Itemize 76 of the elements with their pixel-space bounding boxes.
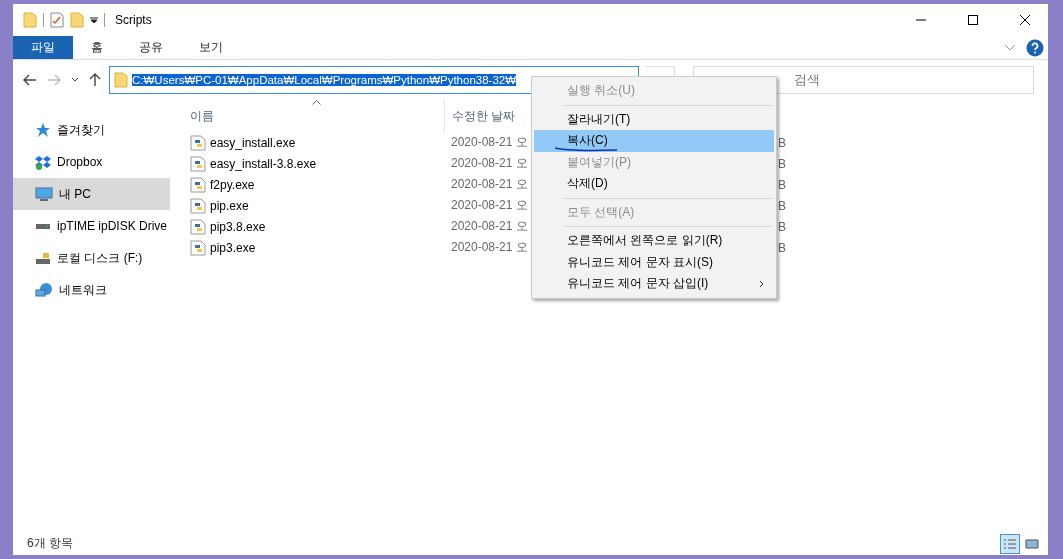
sidebar-item[interactable]: 네트워크 <box>13 274 170 306</box>
locked-drive-icon <box>35 252 51 264</box>
sort-caret-icon <box>312 100 321 105</box>
table-cell: B <box>778 177 786 192</box>
up-arrow-icon <box>89 73 101 87</box>
thumbnail-icon <box>1025 537 1039 550</box>
drive-icon <box>35 222 51 230</box>
sidebar-item[interactable]: 내 PC <box>13 178 170 210</box>
menu-item[interactable]: 잘라내기(T) <box>534 108 774 130</box>
menu-item[interactable]: 복사(C) <box>534 130 774 152</box>
details-view-button[interactable] <box>1000 533 1020 554</box>
sidebar-item[interactable]: ipTIME ipDISK Drive <box>13 210 170 242</box>
sidebar-label: Dropbox <box>57 155 103 169</box>
maximize-icon <box>967 14 979 26</box>
ribbon-tab[interactable]: 보기 <box>181 36 241 59</box>
sidebar-label: 네트워크 <box>59 281 107 299</box>
python-file-icon <box>190 197 206 214</box>
table-cell: B <box>778 135 786 150</box>
python-file-icon <box>190 155 206 172</box>
menu-item[interactable]: 오른쪽에서 왼쪽으로 읽기(R) <box>534 230 774 252</box>
properties-icon[interactable] <box>50 12 64 28</box>
dropbox-icon <box>35 154 51 170</box>
ribbon-tab[interactable]: 홈 <box>73 36 121 59</box>
folder-icon <box>23 12 37 28</box>
python-file-icon <box>190 134 206 151</box>
sidebar-item[interactable]: 즐겨찾기 <box>13 114 170 146</box>
ribbon-tab[interactable]: 파일 <box>13 36 73 59</box>
ribbon-tab[interactable]: 공유 <box>121 36 181 59</box>
monitor-icon <box>35 186 53 202</box>
back-button[interactable] <box>21 72 39 88</box>
new-folder-icon <box>70 12 84 28</box>
python-file-icon <box>190 239 206 256</box>
sidebar-label: 즐겨찾기 <box>57 121 105 139</box>
file-date: 2020-08-21 오 <box>451 155 528 172</box>
file-name[interactable]: pip3.exe <box>190 239 256 256</box>
sidebar-label: 내 PC <box>59 185 91 203</box>
table-cell: B <box>778 156 786 171</box>
chevron-down-icon[interactable] <box>1004 43 1016 52</box>
network-icon <box>35 282 53 298</box>
file-date: 2020-08-21 오 <box>451 134 528 151</box>
details-list-icon <box>1003 537 1017 550</box>
sidebar-item[interactable]: Dropbox <box>13 146 170 178</box>
window-title: Scripts <box>115 13 153 27</box>
file-date: 2020-08-21 오 <box>451 218 528 235</box>
address-path: C:₩Users₩PC-01₩AppData₩Local₩Programs₩Python₩Python38-32₩ <box>132 74 517 86</box>
star-icon <box>35 122 51 138</box>
file-name[interactable]: easy_install.exe <box>190 134 296 151</box>
sidebar-label: ipTIME ipDISK Drive <box>57 219 168 233</box>
python-file-icon <box>190 176 206 193</box>
sidebar-label: 로컬 디스크 (F:) <box>57 249 143 267</box>
file-name[interactable]: pip3.8.exe <box>190 218 266 235</box>
forward-arrow-icon <box>47 74 61 86</box>
close-icon <box>1019 14 1031 26</box>
sidebar-item[interactable]: 로컬 디스크 (F:) <box>13 242 170 274</box>
folder-icon <box>114 72 128 88</box>
table-cell: B <box>778 219 786 234</box>
column-header[interactable]: 수정한 날짜 <box>445 100 525 132</box>
menu-item[interactable]: 삭제(D) <box>534 173 774 195</box>
file-date: 2020-08-21 오 <box>451 239 528 256</box>
column-header[interactable]: 이름 <box>190 100 444 132</box>
menu-item[interactable]: 유니코드 제어 문자 삽입(I) <box>534 273 774 295</box>
help-icon[interactable] <box>1026 38 1044 57</box>
up-button[interactable] <box>87 71 103 89</box>
item-count: 6개 항목 <box>27 535 73 552</box>
file-date: 2020-08-21 오 <box>451 197 528 214</box>
table-cell: B <box>778 240 786 255</box>
file-name[interactable]: easy_install-3.8.exe <box>190 155 317 172</box>
file-name[interactable]: f2py.exe <box>190 176 255 193</box>
menu-item[interactable]: 유니코드 제어 문자 표시(S) <box>534 251 774 273</box>
chevron-down-icon <box>71 77 79 83</box>
table-cell: B <box>778 198 786 213</box>
dropdown-icon[interactable] <box>90 16 98 24</box>
back-arrow-icon <box>23 74 37 86</box>
file-name[interactable]: pip.exe <box>190 197 249 214</box>
file-date: 2020-08-21 오 <box>451 176 528 193</box>
python-file-icon <box>190 218 206 235</box>
